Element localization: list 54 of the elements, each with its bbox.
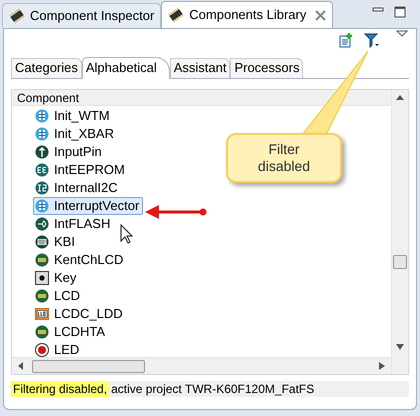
scroll-left-icon[interactable] <box>18 362 24 370</box>
status-text: Filtering disabled, <box>11 381 110 397</box>
grid-circle-icon <box>35 199 49 213</box>
tree-item[interactable]: IntEEPROM <box>33 161 129 179</box>
keyboard-icon <box>35 235 49 249</box>
pointer-arrow <box>144 204 208 220</box>
column-header: Component <box>12 90 391 106</box>
grid-circle-icon <box>35 127 49 141</box>
scroll-up-icon[interactable] <box>396 95 404 101</box>
tree-item[interactable]: LED <box>33 341 84 357</box>
horizontal-scrollbar[interactable] <box>12 357 391 374</box>
tree-item[interactable]: LCDHTA <box>33 323 110 341</box>
add-document-icon[interactable] <box>338 32 354 48</box>
ee-circle-icon <box>35 163 49 177</box>
scroll-down-icon[interactable] <box>396 344 404 350</box>
tree-item[interactable]: Key <box>33 269 80 287</box>
tree-item[interactable]: LCD <box>33 287 84 305</box>
tree-item[interactable]: KBI <box>33 233 79 251</box>
display-circle-icon <box>35 289 49 303</box>
callout: Filter disabled <box>226 133 342 183</box>
view-tab[interactable]: Components Library <box>161 1 334 28</box>
view-menu-icon[interactable] <box>396 30 408 38</box>
tree-item[interactable]: InputPin <box>33 143 106 161</box>
display-circle-icon <box>35 253 49 267</box>
dot-square-icon <box>35 271 49 285</box>
tab[interactable]: Alphabetical <box>82 57 170 79</box>
maximize-icon[interactable] <box>394 6 406 18</box>
tree-item[interactable]: Init_WTM <box>33 107 114 125</box>
tab[interactable]: Processors <box>230 58 304 78</box>
flash-circle-icon <box>35 217 49 231</box>
scrollbar-thumb[interactable] <box>393 255 407 269</box>
display-circle-icon <box>35 325 49 339</box>
status-text: active project TWR-K60F120M_FatFS <box>110 381 316 397</box>
vertical-scrollbar[interactable] <box>391 90 408 374</box>
minimize-icon[interactable] <box>372 6 384 14</box>
tree-item[interactable]: KentChLCD <box>33 251 128 269</box>
tree-item[interactable]: Init_XBAR <box>33 125 118 143</box>
scroll-right-icon[interactable] <box>379 362 385 370</box>
tree-item[interactable]: LCDC_LDD <box>33 305 127 323</box>
tree-item[interactable]: InternalI2C <box>33 179 122 197</box>
filter-icon[interactable] <box>364 32 380 48</box>
tab[interactable]: Assistant <box>170 58 230 78</box>
display-square-icon <box>35 307 49 321</box>
tab[interactable]: Categories <box>11 58 82 78</box>
dot-circle-icon <box>35 343 49 357</box>
mouse-cursor-icon <box>120 224 134 244</box>
bus-circle-icon <box>35 181 49 195</box>
view-tab[interactable]: Component Inspector <box>2 3 162 28</box>
tree-item[interactable]: InterruptVector <box>33 197 144 215</box>
close-icon[interactable] <box>315 10 326 20</box>
scrollbar-thumb[interactable] <box>32 360 145 372</box>
arrow-circle-icon <box>35 145 49 159</box>
grid-circle-icon <box>35 109 49 123</box>
tree-item[interactable]: IntFLASH <box>33 215 114 233</box>
